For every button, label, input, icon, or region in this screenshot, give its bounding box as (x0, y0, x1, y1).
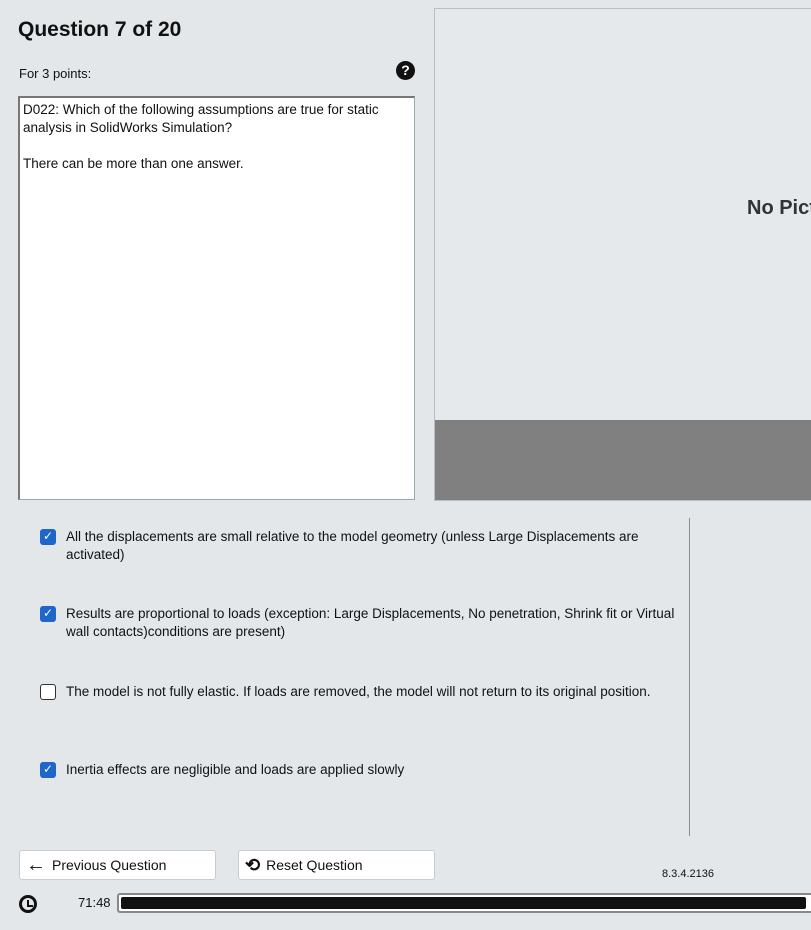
points-label: For 3 points: (19, 66, 92, 81)
question-circle-icon[interactable]: ? (396, 61, 415, 80)
page-title: Question 7 of 20 (18, 18, 182, 41)
answer-option[interactable]: ✓ All the displacements are small relativ… (40, 528, 680, 564)
answer-option[interactable]: ✓ Results are proportional to loads (exce… (40, 605, 680, 641)
previous-label: Previous Question (52, 857, 167, 873)
arrow-left-icon: ← (26, 853, 46, 876)
checkbox[interactable] (40, 684, 56, 700)
clock-icon (19, 895, 37, 913)
answer-text: The model is not fully elastic. If loads… (66, 684, 651, 699)
no-picture-label: No Picture (747, 197, 811, 219)
progress-fill (121, 897, 807, 909)
answer-text: Inertia effects are negligible and loads… (66, 762, 405, 777)
checkbox[interactable]: ✓ (40, 762, 56, 778)
time-progress-bar (117, 893, 811, 913)
question-text: D022: Which of the following assumptions… (18, 96, 415, 500)
version-label: 8.3.4.2136 (662, 868, 714, 880)
divider (689, 518, 690, 836)
time-remaining: 71:48 (78, 895, 111, 910)
answer-text: Results are proportional to loads (excep… (66, 606, 675, 639)
picture-footer-bar (435, 420, 811, 500)
checkbox[interactable]: ✓ (40, 529, 56, 545)
previous-question-button[interactable]: ← Previous Question (19, 850, 216, 880)
answer-option[interactable]: The model is not fully elastic. If loads… (40, 683, 680, 701)
answer-option[interactable]: ✓ Inertia effects are negligible and load… (40, 761, 680, 779)
reset-label: Reset Question (266, 857, 363, 873)
reset-question-button[interactable]: ⟲ Reset Question (238, 850, 435, 880)
picture-panel: No Picture (434, 8, 811, 501)
reset-icon: ⟲ (245, 854, 261, 875)
checkbox[interactable]: ✓ (40, 606, 56, 622)
answer-text: All the displacements are small relative… (66, 529, 639, 562)
